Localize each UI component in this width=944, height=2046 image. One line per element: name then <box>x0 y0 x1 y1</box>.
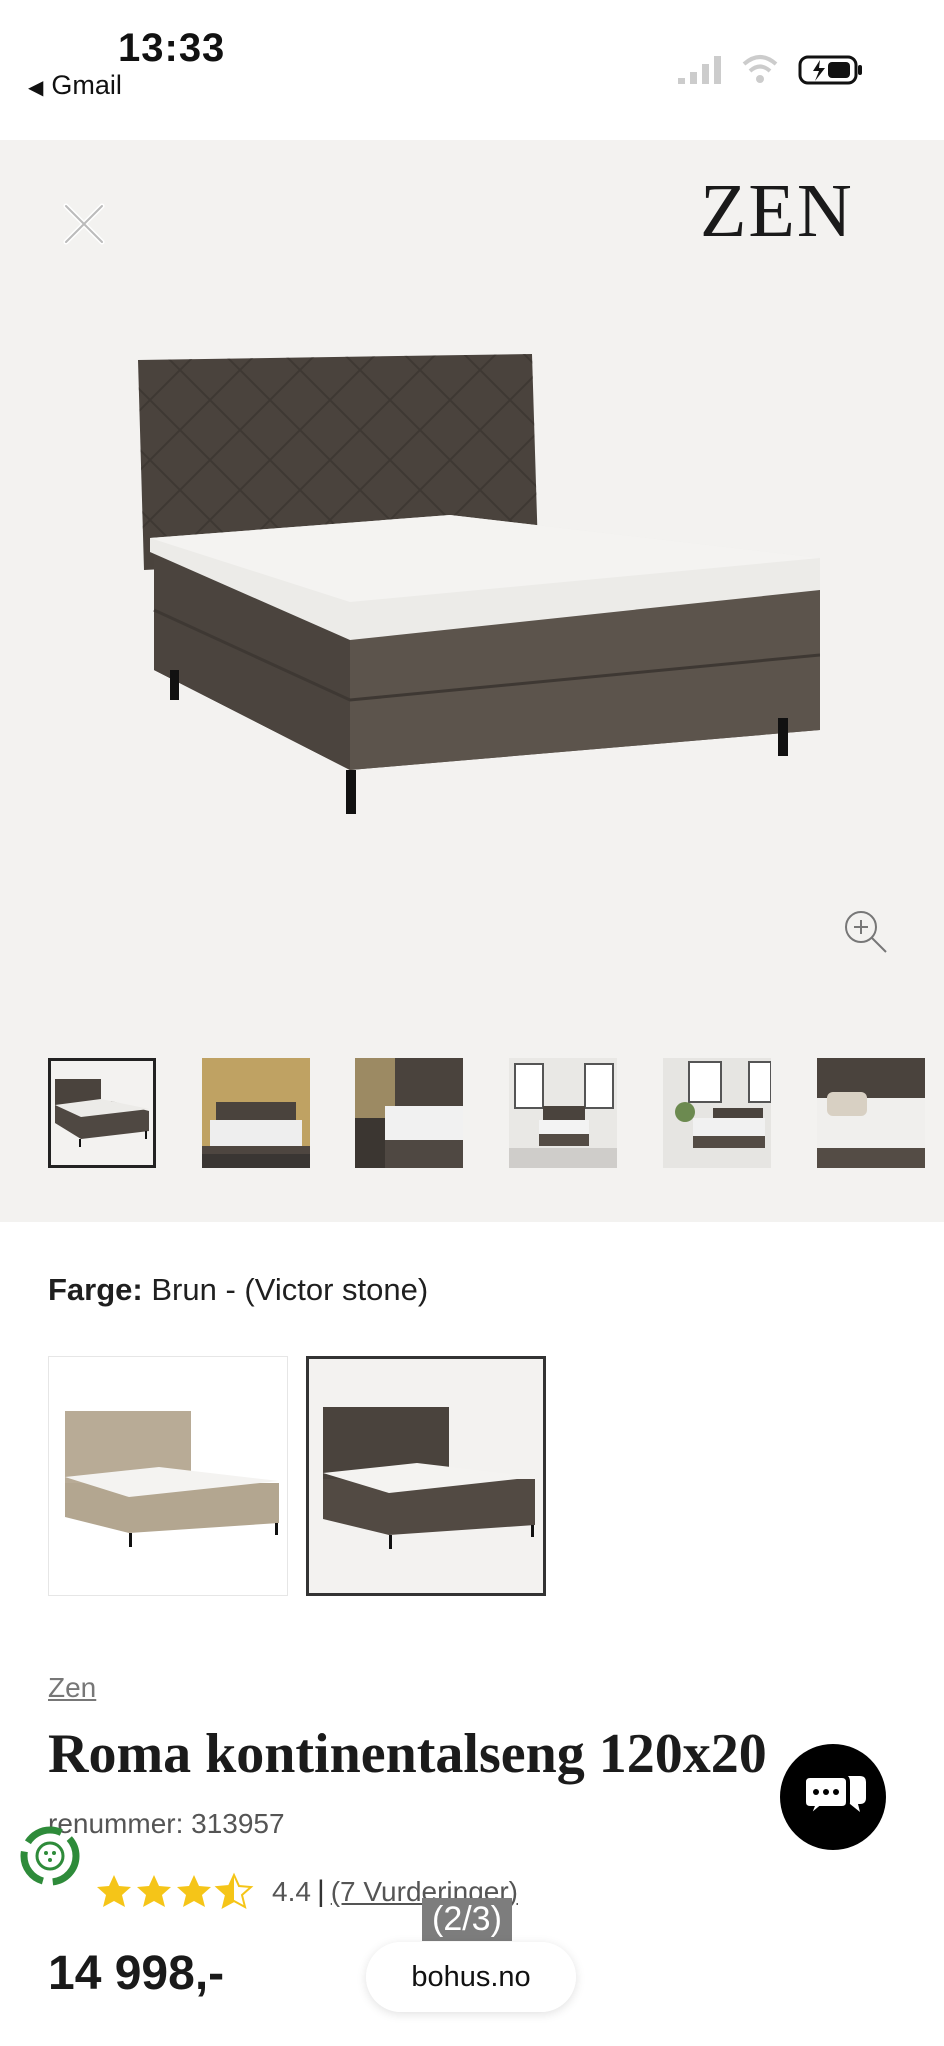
back-arrow-icon: ◀ <box>28 77 44 99</box>
product-title: Roma kontinentalseng 120x20 <box>48 1723 767 1785</box>
chat-button[interactable] <box>780 1744 886 1850</box>
brand-logo: ZEN <box>700 169 854 253</box>
product-price: 14 998,- <box>48 1947 225 2000</box>
thumbnail-1[interactable] <box>48 1058 156 1168</box>
product-main-image[interactable] <box>120 340 820 820</box>
rating-stars-icon <box>97 1872 254 1909</box>
bed-closeup-image <box>817 1058 925 1168</box>
url-bar[interactable]: bohus.no <box>366 1942 576 2012</box>
status-time: 13:33 <box>118 26 226 70</box>
bright-loft-bedroom-image <box>509 1058 617 1168</box>
back-to-app-link[interactable]: ◀ Gmail <box>28 70 122 101</box>
rating-value: 4.4 <box>272 1876 311 1907</box>
bed-beige-swatch-image <box>65 1411 279 1547</box>
bed-brown-swatch-image <box>323 1407 535 1549</box>
bedroom-side-view-image <box>355 1058 463 1168</box>
thumbnail-3[interactable] <box>355 1058 463 1168</box>
cellular-signal-icon <box>678 56 721 84</box>
color-label-value: Brun - (Victor stone) <box>151 1272 429 1307</box>
color-label-key: Farge: <box>48 1272 143 1307</box>
wifi-icon <box>742 55 778 83</box>
loft-bedroom-angle-image <box>663 1058 771 1168</box>
color-swatch-brown[interactable] <box>306 1356 546 1596</box>
thumbnail-5[interactable] <box>663 1058 771 1168</box>
color-swatch-beige[interactable] <box>48 1356 288 1596</box>
zoom-in-icon[interactable] <box>842 908 888 954</box>
brand-link[interactable]: Zen <box>48 1672 96 1704</box>
thumbnail-4[interactable] <box>509 1058 617 1168</box>
back-app-label: Gmail <box>51 70 122 100</box>
bed-brown-thumbnail-image <box>55 1079 149 1147</box>
close-icon[interactable] <box>56 196 112 252</box>
eco-badge-icon[interactable] <box>16 1822 84 1890</box>
chat-bubbles-icon <box>802 1774 866 1820</box>
bedroom-beige-wall-image <box>202 1058 310 1168</box>
page-indicator: (2/3) <box>422 1898 512 1941</box>
thumbnail-strip <box>48 1058 944 1174</box>
color-selector-label: Farge: Brun - (Victor stone) <box>48 1272 428 1308</box>
thumbnail-6[interactable] <box>817 1058 925 1168</box>
battery-icon <box>798 55 862 85</box>
thumbnail-2[interactable] <box>202 1058 310 1168</box>
rating-separator: | <box>316 1875 325 1908</box>
